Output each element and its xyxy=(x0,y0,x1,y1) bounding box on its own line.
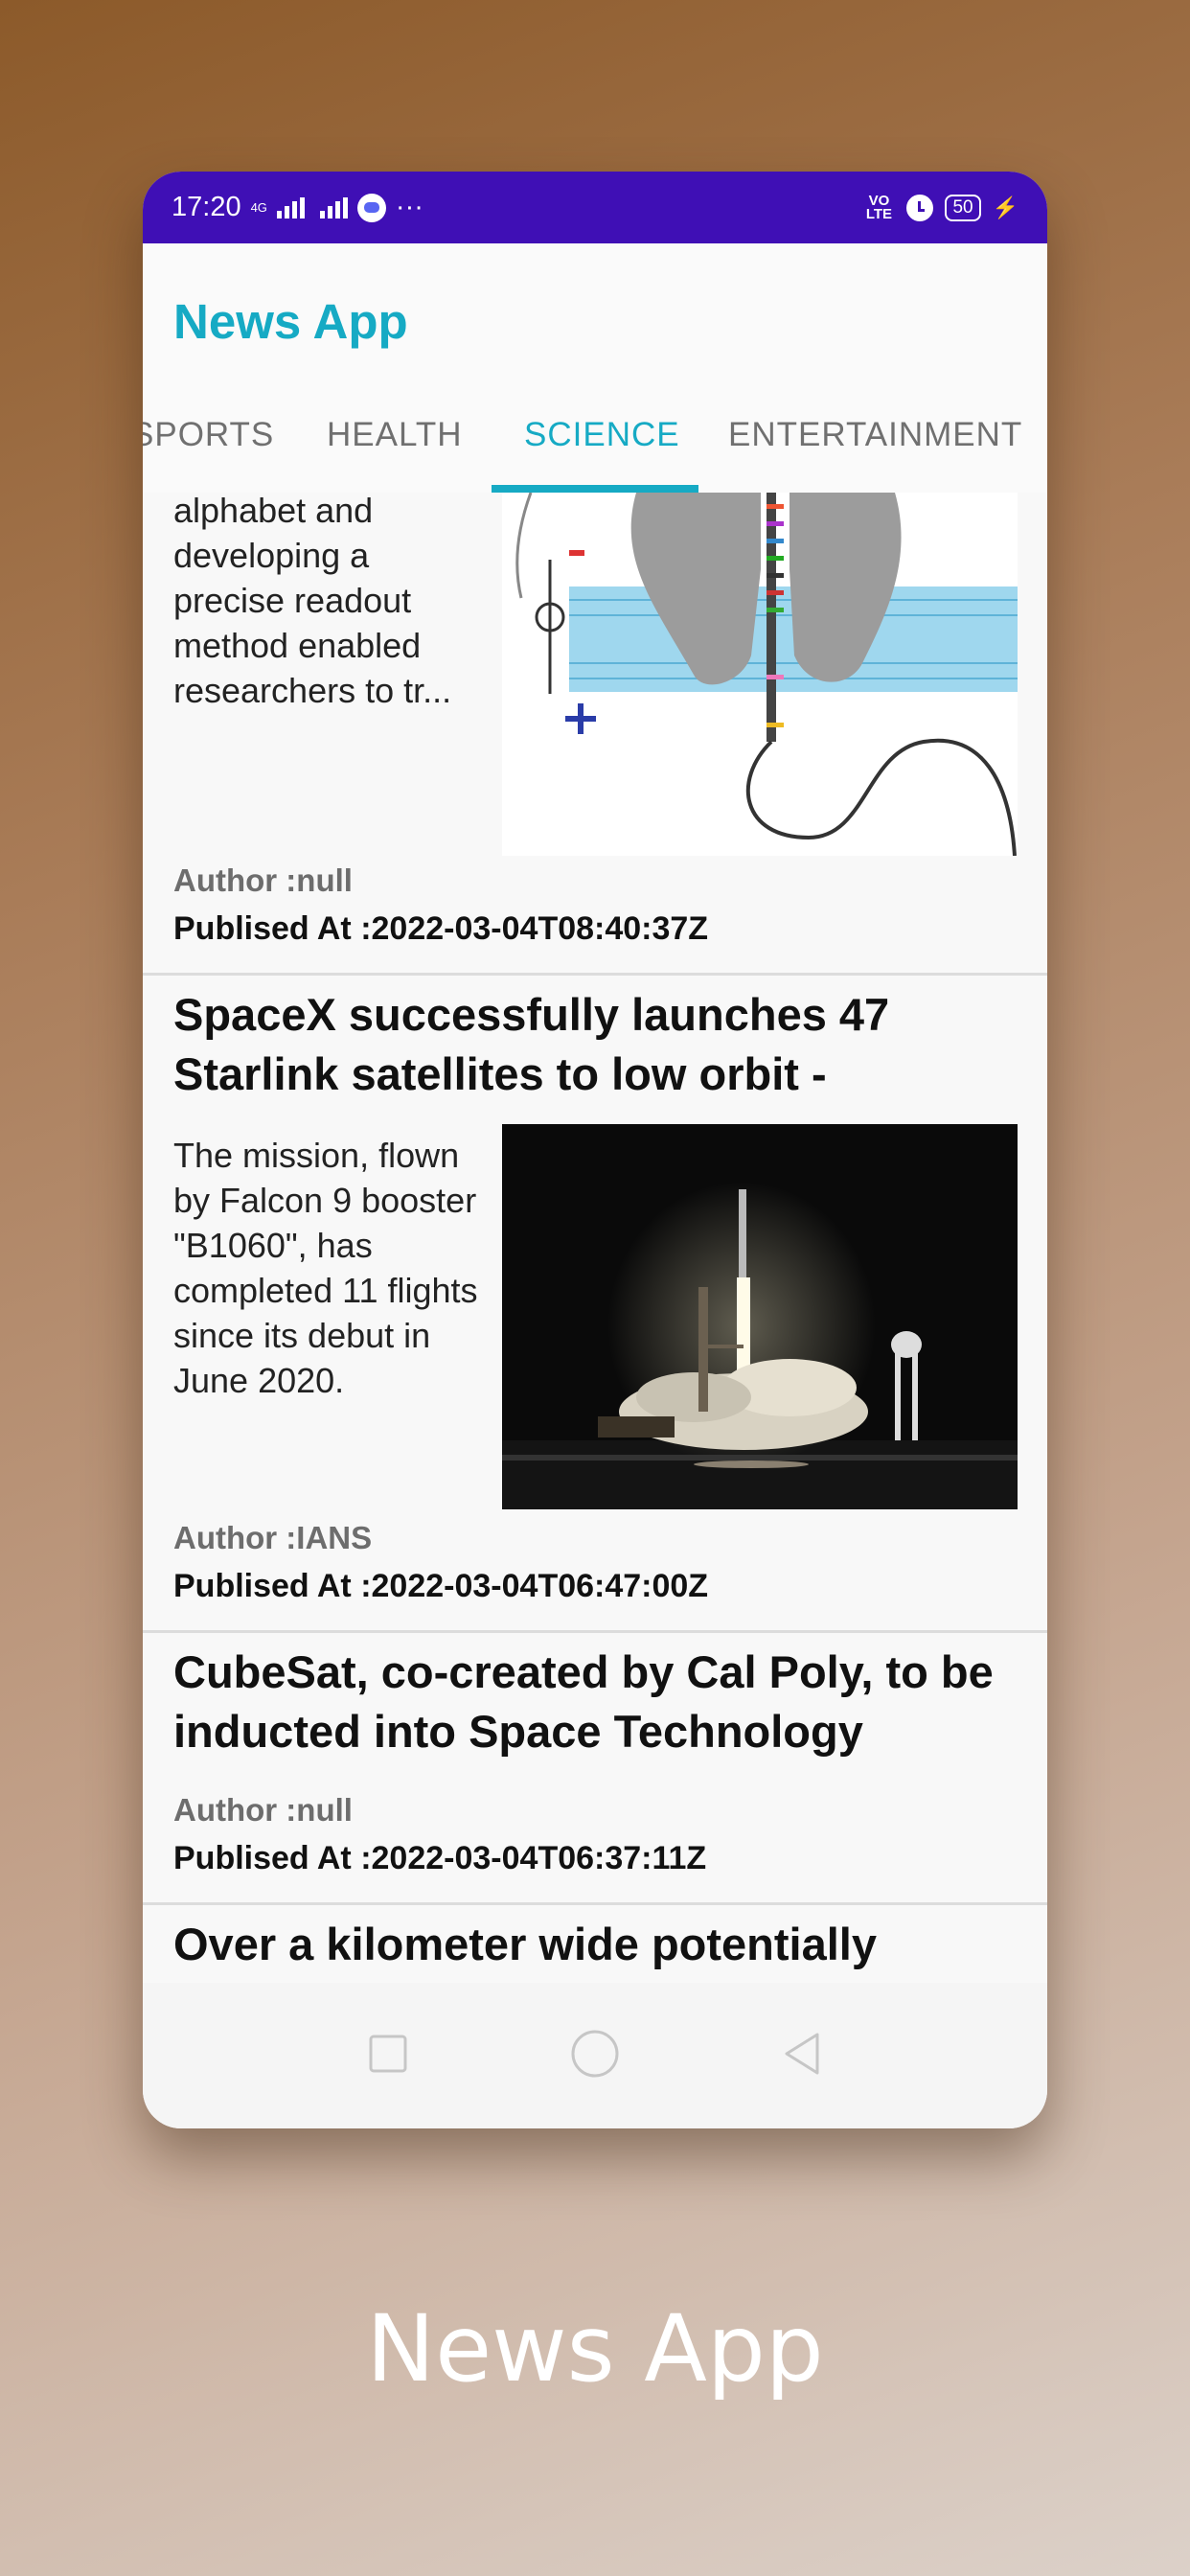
alarm-icon xyxy=(906,194,934,221)
signal-icon xyxy=(319,196,348,218)
volte-icon: VO LTE xyxy=(865,192,893,222)
promo-caption: News App xyxy=(366,2295,824,2403)
more-notifications-indicator: ··· xyxy=(395,192,423,222)
news-card[interactable]: SpaceX successfully launches 47 Starlink… xyxy=(143,976,1047,1633)
tab-science[interactable]: SCIENCE xyxy=(524,416,680,454)
status-time: 17:20 xyxy=(172,192,241,222)
article-title: CubeSat, co-created by Cal Poly, to be i… xyxy=(173,1646,994,1757)
article-published-date: Publised At :2022-03-04T08:40:37Z xyxy=(173,910,709,947)
system-nav-bar xyxy=(143,1983,1047,2128)
app-title: News App xyxy=(173,294,408,349)
category-tabs: SPORTS HEALTH SCIENCE ENTERTAINMENT xyxy=(143,387,1047,493)
home-icon[interactable] xyxy=(569,2028,621,2084)
app-bar: News App xyxy=(143,243,1047,387)
news-card[interactable]: alphabet and developing a precise readou… xyxy=(143,493,1047,976)
article-title: Over a kilometer wide potentially xyxy=(173,1919,877,1969)
article-published-date: Publised At :2022-03-04T06:47:00Z xyxy=(173,1568,709,1604)
tab-sports[interactable]: SPORTS xyxy=(143,416,274,454)
news-card[interactable]: CubeSat, co-created by Cal Poly, to be i… xyxy=(143,1633,1047,1905)
active-tab-indicator xyxy=(492,485,698,493)
article-published-date: Publised At :2022-03-04T06:37:11Z xyxy=(173,1840,707,1876)
article-image xyxy=(502,1124,1018,1509)
back-icon[interactable] xyxy=(781,2031,823,2082)
article-author: Author :IANS xyxy=(173,1520,373,1555)
discord-icon xyxy=(356,193,386,222)
network-type-label: 4G xyxy=(250,200,267,215)
phone-frame: 17:20 4G ··· VO LTE 50 ⚡ News App SPORTS… xyxy=(143,172,1047,2128)
battery-icon: 50 xyxy=(945,194,981,221)
tab-entertainment[interactable]: ENTERTAINMENT xyxy=(728,416,1022,454)
news-list[interactable]: alphabet and developing a precise readou… xyxy=(143,493,1047,1983)
charging-icon: ⚡ xyxy=(992,195,1018,219)
article-image xyxy=(502,493,1018,856)
signal-icon xyxy=(276,196,305,218)
article-description: alphabet and developing a precise readou… xyxy=(173,493,452,710)
news-card[interactable]: Over a kilometer wide potentially xyxy=(143,1905,1047,1983)
status-bar: 17:20 4G ··· VO LTE 50 ⚡ xyxy=(143,172,1047,243)
article-title: SpaceX successfully launches 47 Starlink… xyxy=(173,989,890,1099)
article-description: The mission, flown by Falcon 9 booster "… xyxy=(173,1136,478,1400)
article-author: Author :null xyxy=(173,862,353,898)
recents-icon[interactable] xyxy=(367,2033,409,2080)
article-author: Author :null xyxy=(173,1792,353,1828)
tab-health[interactable]: HEALTH xyxy=(327,416,463,454)
